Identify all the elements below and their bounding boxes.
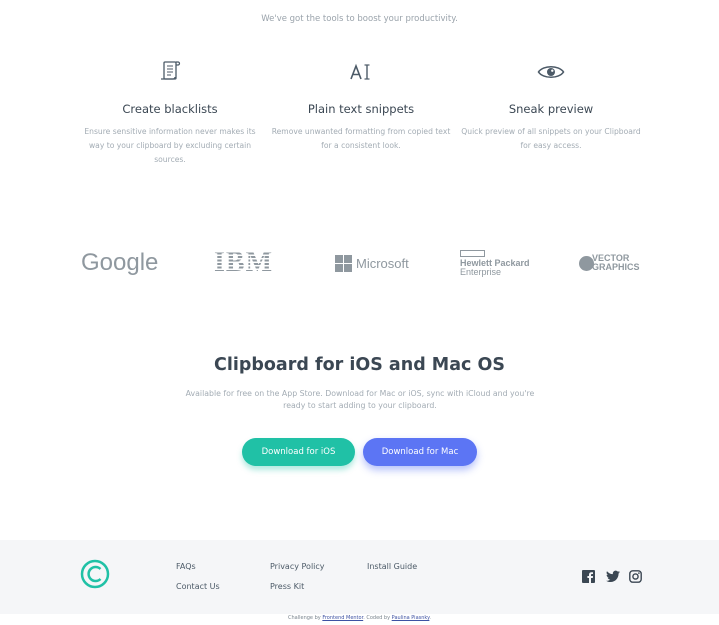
hp-logo-line2: Enterprise	[460, 266, 502, 277]
hp-rectangle-icon	[460, 249, 485, 257]
clipboard-logo-icon[interactable]	[80, 559, 110, 589]
feature-description: Remove unwanted formatting from copied t…	[271, 127, 451, 150]
microsoft-logo: Microsoft	[335, 245, 409, 281]
text-cursor-icon	[271, 58, 451, 86]
footer-link-install[interactable]: Install Guide	[367, 562, 417, 571]
microsoft-logo-text: Microsoft	[356, 255, 409, 271]
twitter-icon[interactable]	[606, 568, 620, 583]
footer-link-privacy[interactable]: Privacy Policy	[270, 562, 325, 571]
attribution-suffix: .	[429, 615, 431, 621]
facebook-icon[interactable]	[582, 568, 595, 583]
ibm-logo: IBM	[214, 245, 273, 281]
attribution-middle: . Coded by	[363, 615, 391, 621]
feature-description: Ensure sensitive information never makes…	[84, 127, 256, 164]
attribution-prefix: Challenge by	[288, 615, 321, 621]
feature-title: Create blacklists	[122, 102, 218, 116]
feature-plain-text-snippets: Plain text snippets Remove unwanted form…	[271, 58, 451, 153]
instagram-icon[interactable]	[629, 568, 642, 583]
cta-title: Clipboard for iOS and Mac OS	[214, 355, 505, 375]
footer-link-faqs[interactable]: FAQs	[176, 562, 196, 571]
feature-sneak-preview: Sneak preview Quick preview of all snipp…	[461, 58, 641, 153]
google-logo: Google	[81, 249, 159, 276]
frontend-mentor-link[interactable]: Frontend Mentor	[322, 615, 363, 621]
download-mac-button[interactable]: Download for Mac	[363, 438, 477, 466]
attribution: Challenge by Frontend Mentor. Coded by P…	[0, 615, 719, 621]
feature-title: Plain text snippets	[307, 102, 415, 116]
feature-title: Sneak preview	[508, 102, 594, 116]
features-section: Create blacklists Ensure sensitive infor…	[0, 58, 719, 178]
brand-logos: Google IBM Microsoft Hewlett Packard Ent…	[0, 245, 719, 281]
ibm-logo-text: IBM	[214, 247, 273, 278]
vector-graphics-logo: VECTOR GRAPHICS	[579, 245, 640, 281]
author-link[interactable]: Paulina Piasnky	[392, 615, 430, 621]
section-tagline: We've got the tools to boost your produc…	[261, 14, 458, 24]
feature-create-blacklists: Create blacklists Ensure sensitive infor…	[80, 58, 260, 167]
hp-enterprise-logo: Hewlett Packard Enterprise	[460, 245, 530, 281]
cta-description: Available for free on the App Store. Dow…	[185, 389, 535, 410]
footer-link-press[interactable]: Press Kit	[270, 582, 304, 591]
microsoft-squares-icon	[335, 254, 352, 272]
eye-icon	[461, 58, 641, 86]
blacklist-icon	[80, 58, 260, 86]
footer-link-contact[interactable]: Contact Us	[176, 582, 220, 591]
site-footer: FAQs Contact Us Privacy Policy Press Kit…	[0, 540, 719, 614]
vector-logo-line2: GRAPHICS	[592, 262, 640, 272]
feature-description: Quick preview of all snippets on your Cl…	[461, 127, 641, 150]
download-ios-button[interactable]: Download for iOS	[242, 438, 355, 466]
